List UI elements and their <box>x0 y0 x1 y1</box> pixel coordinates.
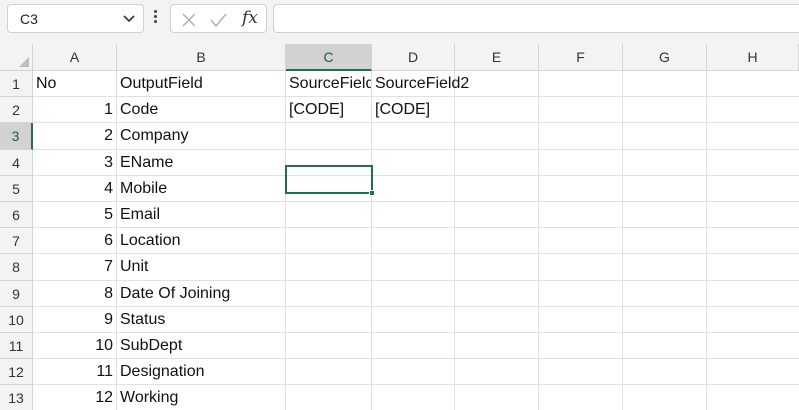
fill-handle[interactable] <box>369 190 375 196</box>
row-header-12[interactable]: 12 <box>0 359 33 386</box>
insert-function-button[interactable]: fx <box>242 8 258 28</box>
row-header-3[interactable]: 3 <box>0 123 33 150</box>
cell-b1[interactable]: OutputField <box>120 71 285 97</box>
name-box[interactable]: C3 <box>7 4 144 33</box>
row-header-6[interactable]: 6 <box>0 202 33 229</box>
cell-b9[interactable]: Date Of Joining <box>120 281 230 307</box>
cell-a12[interactable]: 11 <box>33 359 113 385</box>
cell-b12[interactable]: Designation <box>120 359 205 385</box>
cell-b11[interactable]: SubDept <box>120 333 182 359</box>
cell-a7[interactable]: 6 <box>33 228 113 254</box>
row-header-8[interactable]: 8 <box>0 254 33 281</box>
cell-b2[interactable]: Code <box>120 97 285 123</box>
cell-d1[interactable]: SourceField2 <box>375 71 469 97</box>
cell-a6[interactable]: 5 <box>33 202 113 228</box>
cell-a4[interactable]: 3 <box>33 150 113 176</box>
select-all-button[interactable] <box>0 44 33 71</box>
column-header-c[interactable]: C <box>286 44 372 71</box>
checkmark-icon[interactable] <box>209 11 227 29</box>
row-header-5[interactable]: 5 <box>0 175 33 202</box>
cell-b8[interactable]: Unit <box>120 254 148 280</box>
row-header-7[interactable]: 7 <box>0 228 33 255</box>
spreadsheet-grid: ABCDEFGH 1 2 3 4 5 6 7 8 9 10 11 12 13 No OutputField… <box>0 44 799 410</box>
cell-b5[interactable]: Mobile <box>120 176 167 202</box>
row-header-9[interactable]: 9 <box>0 280 33 307</box>
cell-b6[interactable]: Email <box>120 202 160 228</box>
column-header-g[interactable]: G <box>623 44 707 71</box>
cell-a8[interactable]: 7 <box>33 254 113 280</box>
cell-a11[interactable]: 10 <box>33 333 113 359</box>
formula-bar-area: C3 fx <box>0 0 799 44</box>
cell-b4[interactable]: EName <box>120 150 173 176</box>
row-header-11[interactable]: 11 <box>0 333 33 360</box>
cell-b10[interactable]: Status <box>120 307 165 333</box>
cell-c1[interactable]: SourceField1 <box>289 71 371 97</box>
cell-b7[interactable]: Location <box>120 228 181 254</box>
cell-a5[interactable]: 4 <box>33 176 113 202</box>
column-header-b[interactable]: B <box>117 44 286 71</box>
cell-b13[interactable]: Working <box>120 385 178 410</box>
row-header-1[interactable]: 1 <box>0 71 33 98</box>
cell-c2[interactable]: [CODE] <box>289 97 371 123</box>
formula-buttons: fx <box>170 4 267 33</box>
row-header-4[interactable]: 4 <box>0 149 33 176</box>
formula-input[interactable] <box>273 4 799 33</box>
cell-a13[interactable]: 12 <box>33 385 113 410</box>
cell-b3[interactable]: Company <box>120 123 188 149</box>
close-icon[interactable] <box>180 11 198 29</box>
selected-cell-c3[interactable] <box>285 165 375 196</box>
cell-a9[interactable]: 8 <box>33 281 113 307</box>
more-options-icon[interactable] <box>152 10 158 26</box>
column-header-f[interactable]: F <box>539 44 623 71</box>
column-header-e[interactable]: E <box>455 44 539 71</box>
row-header-10[interactable]: 10 <box>0 306 33 333</box>
column-header-a[interactable]: A <box>33 44 117 71</box>
cell-a2[interactable]: 1 <box>33 97 113 123</box>
row-header-13[interactable]: 13 <box>0 385 33 410</box>
cell-a3[interactable]: 2 <box>33 123 113 149</box>
column-header-d[interactable]: D <box>372 44 455 71</box>
cell-d2[interactable]: [CODE] <box>375 97 430 123</box>
name-box-value: C3 <box>20 11 38 27</box>
column-header-h[interactable]: H <box>707 44 799 71</box>
cell-a1[interactable]: No <box>36 71 116 97</box>
row-header-2[interactable]: 2 <box>0 97 33 124</box>
chevron-down-icon[interactable] <box>123 14 135 24</box>
select-all-triangle-icon <box>19 57 29 67</box>
cell-a10[interactable]: 9 <box>33 307 113 333</box>
